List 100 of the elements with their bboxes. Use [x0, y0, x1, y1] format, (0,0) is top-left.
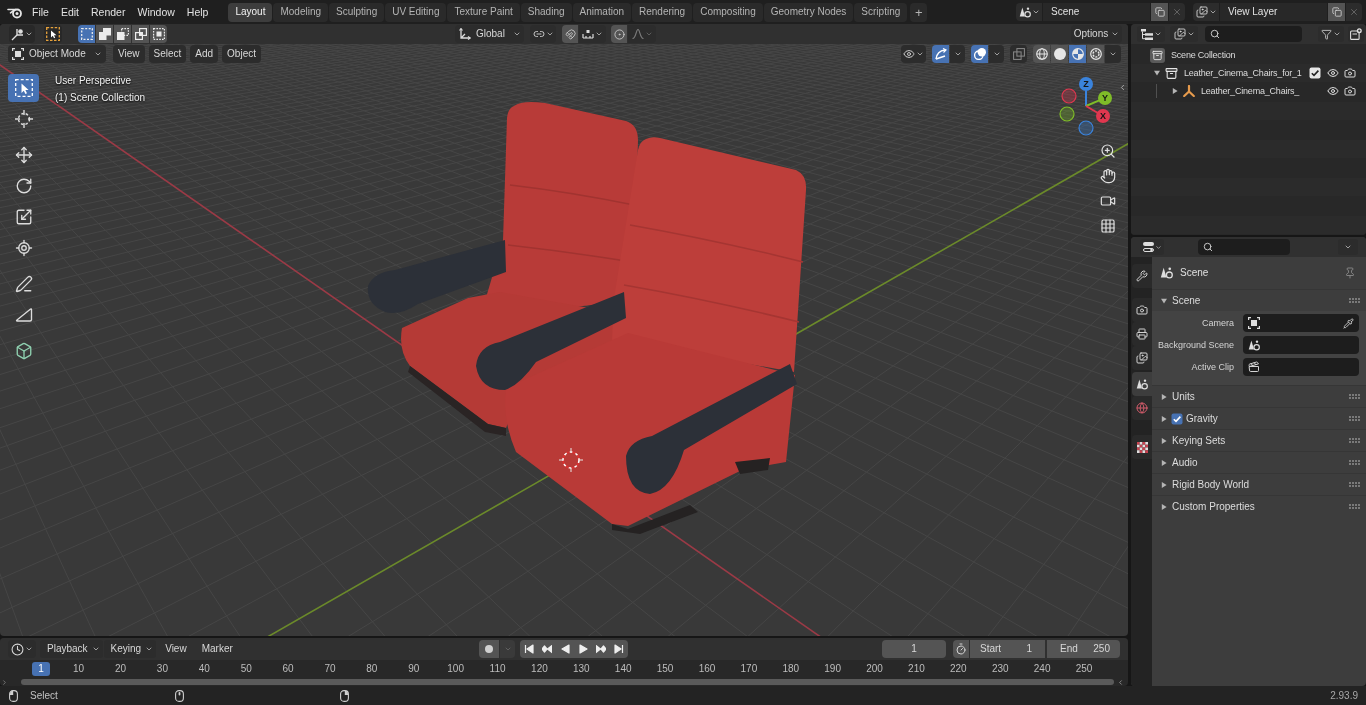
shading-mode-button[interactable]: [1087, 45, 1104, 63]
jump-to-end-button[interactable]: [610, 640, 628, 658]
disclosure-triangle-icon[interactable]: [1161, 481, 1167, 488]
chevron-right-icon[interactable]: [1, 678, 8, 686]
menu-dropdown[interactable]: Keying: [103, 640, 157, 658]
selection-mode-button[interactable]: [114, 25, 131, 43]
axis-handle[interactable]: [1085, 91, 1112, 107]
panel-title[interactable]: Custom Properties: [1172, 501, 1255, 512]
selection-mode-button[interactable]: [132, 25, 149, 43]
menu-item[interactable]: Select: [148, 45, 187, 63]
panel-title[interactable]: Scene: [1172, 295, 1201, 306]
disclosure-triangle-icon[interactable]: [1172, 88, 1178, 94]
chevron-left-icon[interactable]: [1117, 678, 1124, 686]
snap-toggle-button[interactable]: [562, 25, 578, 43]
view-layer-name-field[interactable]: View Layer: [1220, 3, 1327, 21]
add-workspace-button[interactable]: +: [910, 2, 928, 22]
disclosure-triangle-icon[interactable]: [1161, 415, 1167, 422]
workspace-tab[interactable]: Sculpting: [329, 2, 385, 22]
menu-item[interactable]: View: [159, 640, 193, 658]
editor-type-button[interactable]: [9, 25, 35, 43]
new-collection-button[interactable]: [1348, 26, 1364, 42]
disclosure-triangle-icon[interactable]: [1154, 70, 1160, 76]
overlay-toggle-button[interactable]: [971, 45, 988, 63]
shading-mode-button[interactable]: [1051, 45, 1068, 63]
axis-handle[interactable]: [1079, 77, 1093, 107]
close-button[interactable]: [1346, 3, 1362, 21]
selection-mode-button[interactable]: [150, 25, 167, 43]
workspace-tab[interactable]: Rendering: [632, 2, 693, 22]
workspace-tab[interactable]: Modeling: [273, 2, 329, 22]
panel-title[interactable]: Units: [1172, 391, 1195, 402]
gizmo-toggle-button[interactable]: [932, 45, 949, 63]
scene-browse-button[interactable]: [1016, 3, 1042, 21]
menu-item[interactable]: Help: [180, 2, 215, 22]
end-frame-field[interactable]: End 250: [1047, 640, 1120, 658]
axis-handle[interactable]: [1085, 105, 1110, 123]
proportional-editing-button[interactable]: [611, 25, 627, 43]
visibility-dropdown[interactable]: [901, 45, 926, 63]
editor-type-button[interactable]: [8, 640, 36, 658]
camera-icon[interactable]: [1344, 67, 1356, 79]
workspace-tab[interactable]: Compositing: [693, 2, 763, 22]
chevron-left-icon[interactable]: [1118, 83, 1127, 92]
selection-mode-button[interactable]: [96, 25, 113, 43]
shading-mode-button[interactable]: [1069, 45, 1086, 63]
eye-icon[interactable]: [1327, 85, 1339, 97]
orientation-dropdown[interactable]: Global: [455, 25, 524, 43]
grid-icon[interactable]: [1100, 218, 1116, 234]
exclude-checkbox[interactable]: [1309, 67, 1321, 79]
menu-item[interactable]: Marker: [195, 640, 239, 658]
checkbox[interactable]: [1171, 412, 1183, 425]
workspace-tab[interactable]: UV Editing: [385, 2, 447, 22]
falloff-dropdown[interactable]: [628, 25, 656, 43]
disclosure-triangle-icon[interactable]: [1161, 503, 1167, 510]
outliner-item[interactable]: Leather_Cinema_Chairs_for_1: [1184, 68, 1302, 78]
menu-item[interactable]: Add: [190, 45, 219, 63]
current-frame-marker[interactable]: 1: [32, 662, 50, 676]
options-dropdown[interactable]: Options: [1071, 25, 1122, 43]
menu-item[interactable]: Window: [131, 2, 181, 22]
workspace-tab[interactable]: Geometry Nodes: [763, 2, 854, 22]
workspace-tab[interactable]: Layout: [228, 2, 273, 22]
mode-dropdown[interactable]: Object Mode: [8, 45, 106, 63]
menu-item[interactable]: Object: [222, 45, 261, 63]
record-button[interactable]: [479, 640, 499, 658]
object-field[interactable]: [1243, 336, 1359, 354]
zoom-icon[interactable]: [1100, 143, 1116, 159]
panel-title[interactable]: Rigid Body World: [1172, 479, 1250, 490]
search-field[interactable]: [1198, 239, 1290, 255]
stopwatch-button[interactable]: [953, 640, 969, 658]
snap-target-dropdown[interactable]: [579, 25, 606, 43]
panel-title[interactable]: Gravity: [1186, 413, 1218, 424]
menu-item[interactable]: Edit: [54, 2, 85, 22]
eye-icon[interactable]: [1327, 67, 1339, 79]
start-frame-field[interactable]: Start 1: [970, 640, 1045, 658]
outliner-item[interactable]: Scene Collection: [1171, 50, 1236, 60]
shading-mode-button[interactable]: [1033, 45, 1050, 63]
pin-icon[interactable]: [1344, 266, 1356, 279]
camera-icon[interactable]: [1344, 85, 1356, 97]
object-field[interactable]: [1243, 314, 1359, 332]
menu-dropdown[interactable]: Playback: [40, 640, 103, 658]
view-dropdown[interactable]: [1170, 26, 1198, 42]
negative-axis-handle[interactable]: [1059, 106, 1075, 122]
current-frame-field[interactable]: 1: [882, 640, 946, 658]
panel-title[interactable]: Keying Sets: [1172, 435, 1226, 446]
properties-tab[interactable]: [1132, 346, 1152, 370]
eyedropper-icon[interactable]: [1343, 317, 1354, 329]
active-tool-button[interactable]: [44, 25, 62, 43]
3d-cursor-icon[interactable]: [558, 447, 584, 473]
disclosure-triangle-icon[interactable]: [1161, 393, 1167, 400]
display-mode-dropdown[interactable]: [1137, 26, 1165, 42]
workspace-tab[interactable]: Animation: [572, 2, 631, 22]
jump-to-start-button[interactable]: [520, 640, 538, 658]
view-layer-browse-button[interactable]: [1193, 3, 1219, 21]
video-camera-icon[interactable]: [1100, 193, 1116, 209]
panel-title[interactable]: Audio: [1172, 457, 1198, 468]
workspace-tab[interactable]: Scripting: [854, 2, 908, 22]
filter-dropdown[interactable]: [1318, 26, 1344, 42]
negative-axis-handle[interactable]: [1061, 88, 1077, 104]
disclosure-triangle-icon[interactable]: [1161, 297, 1167, 304]
editor-type-button[interactable]: [1140, 239, 1164, 255]
tool-button[interactable]: [8, 74, 39, 102]
selection-mode-button[interactable]: [78, 25, 95, 43]
